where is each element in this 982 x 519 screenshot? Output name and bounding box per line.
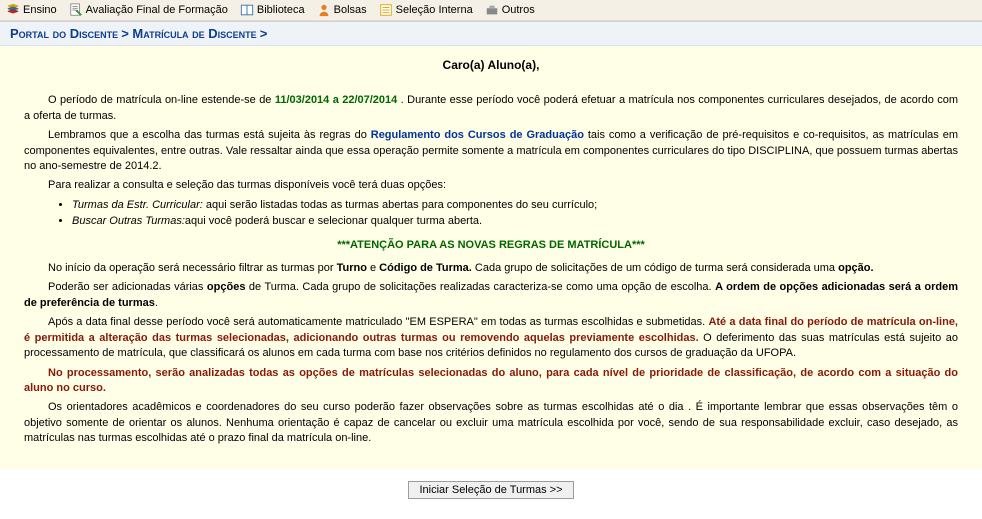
breadcrumb-matricula[interactable]: Matrícula de Discente [132, 26, 256, 41]
paragraph-filter: No início da operação será necessário fi… [24, 261, 958, 276]
edit-sheet-icon [69, 3, 83, 17]
nav-bolsas-label: Bolsas [334, 4, 367, 16]
library-icon [240, 3, 254, 17]
toolbox-icon [485, 3, 499, 17]
list-item: Turmas da Estr. Curricular: aqui serão l… [72, 198, 938, 213]
nav-avaliacao-label: Avaliação Final de Formação [86, 4, 228, 16]
nav-selecao[interactable]: Seleção Interna [379, 3, 473, 17]
nav-ensino[interactable]: Ensino [6, 3, 57, 17]
breadcrumb: Portal do Discente > Matrícula de Discen… [0, 21, 982, 46]
paragraph-options-intro: Para realizar a consulta e seleção das t… [24, 178, 958, 193]
paragraph-emespera: Após a data final desse período você ser… [24, 315, 958, 361]
options-list: Turmas da Estr. Curricular: aqui serão l… [44, 198, 938, 230]
person-icon [317, 3, 331, 17]
start-selection-button[interactable]: Iniciar Seleção de Turmas >> [408, 481, 573, 499]
info-panel: Caro(a) Aluno(a), O período de matrícula… [0, 46, 982, 469]
paragraph-processamento: No processamento, serão analizadas todas… [24, 366, 958, 397]
action-bar: Iniciar Seleção de Turmas >> [0, 469, 982, 519]
nav-biblioteca[interactable]: Biblioteca [240, 3, 305, 17]
greeting-heading: Caro(a) Aluno(a), [24, 58, 958, 73]
nav-outros[interactable]: Outros [485, 3, 535, 17]
breadcrumb-portal[interactable]: Portal do Discente [10, 26, 118, 41]
attention-heading: ***ATENÇÃO PARA AS NOVAS REGRAS DE MATRÍ… [24, 238, 958, 253]
nav-selecao-label: Seleção Interna [396, 4, 473, 16]
nav-avaliacao[interactable]: Avaliação Final de Formação [69, 3, 228, 17]
breadcrumb-sep-2: > [260, 26, 268, 41]
main-navbar: Ensino Avaliação Final de Formação Bibli… [0, 0, 982, 21]
link-regulamento[interactable]: Regulamento dos Cursos de Graduação [371, 129, 584, 141]
nav-bolsas[interactable]: Bolsas [317, 3, 367, 17]
nav-ensino-label: Ensino [23, 4, 57, 16]
paragraph-orientadores: Os orientadores acadêmicos e coordenador… [24, 400, 958, 446]
paragraph-options-order: Poderão ser adicionadas várias opções de… [24, 280, 958, 311]
book-stack-icon [6, 3, 20, 17]
nav-biblioteca-label: Biblioteca [257, 4, 305, 16]
list-icon [379, 3, 393, 17]
paragraph-period: O período de matrícula on-line estende-s… [24, 93, 958, 124]
enroll-period-date: 11/03/2014 a 22/07/2014 [275, 94, 397, 106]
breadcrumb-sep-1: > [121, 26, 132, 41]
list-item: Buscar Outras Turmas:aqui você poderá bu… [72, 214, 938, 229]
nav-outros-label: Outros [502, 4, 535, 16]
paragraph-regulation: Lembramos que a escolha das turmas está … [24, 128, 958, 174]
